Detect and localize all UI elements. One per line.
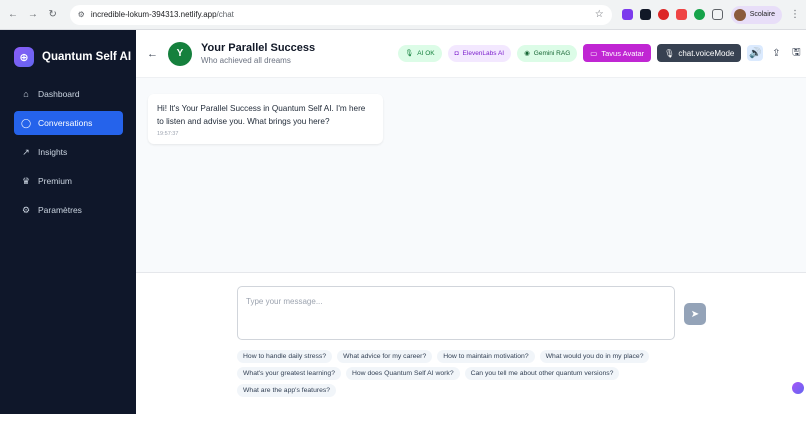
gear-icon: ⚙: [21, 204, 31, 215]
video-icon: ▭: [590, 48, 598, 58]
save-icon[interactable]: 🖫: [789, 46, 803, 60]
chat-header: ← Y Your Parallel Success Who achieved a…: [136, 30, 806, 78]
microphone-icon: 🎙: [664, 48, 675, 58]
sidebar-item-label: Conversations: [38, 118, 93, 128]
avatar: Y: [168, 41, 192, 66]
profile-name: Scolaire: [749, 11, 775, 18]
extension-icon[interactable]: [639, 9, 651, 20]
bot-icon: ◘: [454, 49, 459, 57]
extension-icon[interactable]: [657, 9, 669, 20]
sidebar-item-label: Premium: [38, 176, 73, 186]
crown-icon: ♛: [21, 175, 31, 186]
sidebar-item-insights[interactable]: ↗ Insights: [14, 140, 123, 164]
voice-mode-button[interactable]: 🎙 chat.voiceMode: [657, 44, 742, 62]
extensions-puzzle-icon[interactable]: [711, 9, 723, 20]
status-badge-gemini: ◉ Gemini RAG: [517, 44, 578, 62]
url-host: incredible-lokum-394313.netlify.app: [90, 10, 217, 19]
message-text: Hi! It's Your Parallel Success in Quantu…: [157, 104, 366, 126]
home-icon: ⌂: [23, 89, 29, 99]
speaker-icon[interactable]: 🔊: [747, 45, 764, 61]
database-icon: ◉: [524, 50, 530, 57]
browser-toolbar: ← → ↻ ⚙ incredible-lokum-394313.netlify.…: [0, 0, 806, 30]
url-path: /chat: [216, 10, 234, 19]
suggestion-chip[interactable]: Can you tell me about other quantum vers…: [464, 367, 620, 380]
suggestion-chip[interactable]: What are the app's features?: [237, 384, 337, 397]
profile-chip[interactable]: Scolaire: [730, 5, 782, 24]
page-subtitle: Who achieved all dreams: [201, 56, 291, 65]
sidebar-item-label: Insights: [38, 147, 68, 157]
page-bottom-margin: [0, 414, 806, 444]
trend-icon: ↗: [22, 146, 30, 157]
app-name: Quantum Self AI: [42, 51, 132, 63]
tavus-avatar-label: Tavus Avatar: [601, 48, 645, 58]
voice-mode-label: chat.voiceMode: [678, 48, 735, 58]
microphone-icon: 🎙: [405, 50, 414, 57]
site-settings-icon[interactable]: ⚙: [78, 10, 85, 19]
send-icon: ➤: [690, 308, 700, 320]
profile-avatar: [733, 8, 746, 21]
chat-title-block: Your Parallel Success Who achieved all d…: [201, 42, 315, 65]
back-arrow-icon[interactable]: ←: [6, 8, 20, 22]
reload-icon[interactable]: ↻: [46, 8, 60, 22]
suggestion-chip[interactable]: What advice for my career?: [337, 350, 433, 363]
brand[interactable]: ⊕ Quantum Self AI: [0, 30, 136, 72]
sidebar-nav: ⌂ Dashboard ◯ Conversations ↗ Insights ♛…: [0, 82, 136, 222]
back-arrow-icon[interactable]: ←: [147, 48, 158, 60]
message-composer: ➤ How to handle daily stress? What advic…: [136, 272, 806, 414]
status-badge-elevenlabs: ◘ ElevenLabs AI: [447, 44, 512, 62]
header-actions: 🎙 AI OK ◘ ElevenLabs AI ◉ Gemini RAG ▭ T…: [398, 44, 803, 62]
status-badge-ai-ok: 🎙 AI OK: [398, 44, 442, 62]
suggestion-chip[interactable]: What would you do in my place?: [539, 350, 650, 363]
page-title: Your Parallel Success: [201, 42, 316, 54]
sidebar-item-premium[interactable]: ♛ Premium: [14, 169, 123, 193]
badge-label: Gemini RAG: [533, 49, 571, 57]
sidebar-item-parametres[interactable]: ⚙ Paramètres: [14, 198, 123, 222]
badge-label: AI OK: [417, 49, 435, 57]
floating-assistant-icon[interactable]: [792, 382, 804, 394]
assistant-message: Hi! It's Your Parallel Success in Quantu…: [148, 94, 383, 144]
send-button[interactable]: ➤: [684, 303, 706, 325]
extension-icon[interactable]: [621, 9, 633, 20]
suggestion-chip[interactable]: How to handle daily stress?: [237, 350, 333, 363]
message-timestamp: 19:57:37: [157, 131, 179, 137]
sidebar-item-label: Dashboard: [38, 89, 80, 99]
sidebar-item-dashboard[interactable]: ⌂ Dashboard: [14, 82, 123, 106]
tavus-avatar-button[interactable]: ▭ Tavus Avatar: [583, 44, 652, 62]
sidebar: ⊕ Quantum Self AI ⌂ Dashboard ◯ Conversa…: [0, 30, 136, 414]
bookmark-star-icon[interactable]: ☆: [595, 9, 604, 20]
suggestion-chips: How to handle daily stress? What advice …: [237, 350, 692, 397]
extension-icon[interactable]: [693, 9, 705, 20]
message-input[interactable]: [237, 286, 675, 340]
sidebar-item-conversations[interactable]: ◯ Conversations: [14, 111, 123, 135]
suggestion-chip[interactable]: What's your greatest learning?: [237, 367, 341, 380]
chat-icon: ◯: [21, 117, 32, 128]
sidebar-item-label: Paramètres: [38, 205, 82, 215]
app-logo-icon: ⊕: [14, 47, 34, 67]
chat-messages: Hi! It's Your Parallel Success in Quantu…: [136, 78, 806, 272]
address-bar[interactable]: ⚙ incredible-lokum-394313.netlify.app/ch…: [69, 4, 612, 25]
badge-label: ElevenLabs AI: [462, 49, 505, 57]
share-icon[interactable]: ⇪: [769, 46, 783, 60]
forward-arrow-icon[interactable]: →: [26, 8, 40, 22]
browser-menu-icon[interactable]: ⋮: [790, 9, 800, 20]
suggestion-chip[interactable]: How to maintain motivation?: [437, 350, 535, 363]
suggestion-chip[interactable]: How does Quantum Self AI work?: [345, 367, 460, 380]
extension-icon[interactable]: [675, 9, 687, 20]
